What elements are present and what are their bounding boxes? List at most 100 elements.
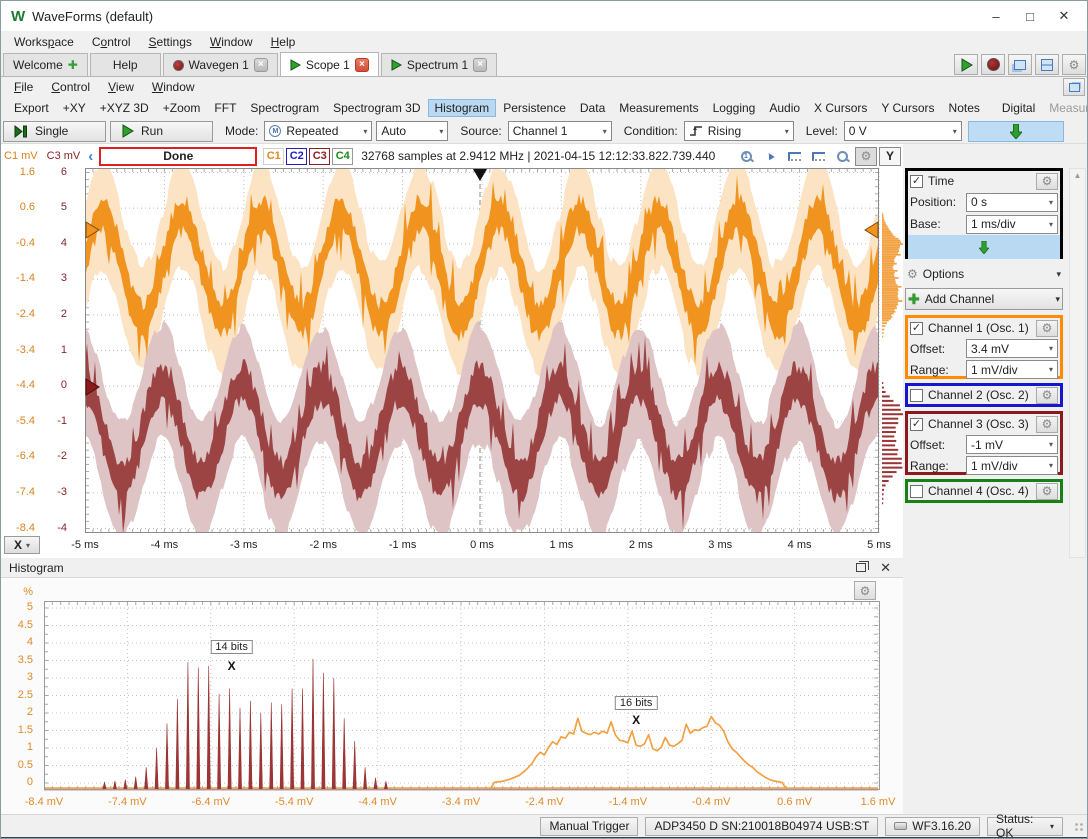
- minimize-button[interactable]: –: [979, 3, 1013, 29]
- maximize-button[interactable]: □: [1013, 3, 1047, 29]
- menu-item-view[interactable]: View: [99, 78, 143, 96]
- tab-spectrum-1[interactable]: Spectrum 1 ×: [381, 53, 497, 76]
- menu-item-window[interactable]: Window: [201, 33, 262, 51]
- menu-item-control[interactable]: Control: [42, 78, 99, 96]
- zoom-1-button[interactable]: 1: [735, 147, 757, 166]
- view-tab-measurements[interactable]: Measurements: [612, 99, 705, 117]
- x-axis-button[interactable]: X▾: [4, 536, 40, 554]
- time-settings-button[interactable]: ⚙: [1036, 173, 1058, 190]
- y-axis-button[interactable]: Y: [879, 147, 901, 166]
- menu-item-control[interactable]: Control: [83, 33, 140, 51]
- close-panel-icon[interactable]: ✕: [880, 560, 891, 576]
- channel1-range-select[interactable]: 1 mV/div▾: [966, 360, 1058, 379]
- close-tab-icon[interactable]: ×: [254, 58, 268, 72]
- channel1-settings-button[interactable]: ⚙: [1036, 320, 1058, 337]
- c1-tick-label: -8.4: [5, 522, 35, 534]
- zoom-fit-button[interactable]: [831, 147, 853, 166]
- base-select[interactable]: 1 ms/div▾: [966, 215, 1058, 234]
- collapse-left-icon[interactable]: ‹: [88, 148, 93, 165]
- channel4-settings-button[interactable]: ⚙: [1036, 483, 1058, 500]
- view-tab--xyz-3d[interactable]: +XYZ 3D: [93, 99, 156, 117]
- scope-plot[interactable]: [85, 168, 903, 533]
- histogram-settings-button[interactable]: ⚙: [854, 581, 876, 600]
- stop-all-button[interactable]: [981, 54, 1005, 75]
- menu-item-file[interactable]: File: [5, 78, 42, 96]
- time-checkbox[interactable]: ✓: [910, 175, 923, 188]
- close-tab-icon[interactable]: ×: [355, 58, 369, 72]
- pointer-mode-button[interactable]: ▲: [759, 147, 781, 166]
- view-tab-audio[interactable]: Audio: [762, 99, 807, 117]
- view-tab-data[interactable]: Data: [573, 99, 612, 117]
- view-tab-fft[interactable]: FFT: [207, 99, 243, 117]
- view-tab-notes[interactable]: Notes: [942, 99, 987, 117]
- channel3-offset-select[interactable]: -1 mV▾: [966, 435, 1058, 454]
- channel3-checkbox[interactable]: ✓: [910, 418, 923, 431]
- disk-icon: [894, 822, 907, 830]
- view-tab-digital[interactable]: Digital: [995, 99, 1042, 117]
- view-tab-logging[interactable]: Logging: [706, 99, 763, 117]
- right-panel-scrollbar[interactable]: ▲: [1069, 168, 1086, 558]
- channel2-badge[interactable]: C2: [286, 148, 307, 165]
- channel4-badge[interactable]: C4: [332, 148, 353, 165]
- level-input[interactable]: 0 V▾: [844, 121, 962, 141]
- single-button[interactable]: Single: [3, 121, 106, 142]
- condition-select[interactable]: Rising▾: [684, 121, 794, 141]
- view-tab--xy[interactable]: +XY: [56, 99, 93, 117]
- channel3-range-select[interactable]: 1 mV/div▾: [966, 456, 1058, 475]
- y-measure-button[interactable]: [807, 147, 829, 166]
- apply-trigger-button[interactable]: [968, 121, 1064, 142]
- device-button[interactable]: ADP3450 D SN:210018B04974 USB:ST: [645, 817, 878, 836]
- add-channel-button[interactable]: ✚ Add Channel ▾: [905, 288, 1063, 310]
- tab-welcome[interactable]: Welcome ✚: [3, 53, 88, 76]
- options-row[interactable]: ⚙ Options ▾: [905, 264, 1063, 284]
- view-tab-histogram[interactable]: Histogram: [428, 99, 497, 117]
- run-button[interactable]: Run: [110, 121, 213, 142]
- channel2-settings-button[interactable]: ⚙: [1036, 387, 1058, 404]
- time-apply-button[interactable]: [908, 235, 1060, 259]
- menu-item-workspace[interactable]: Workspace: [5, 33, 83, 51]
- scroll-up-icon[interactable]: ▲: [1070, 171, 1085, 180]
- chevron-down-icon: ▾: [1049, 440, 1053, 449]
- channel3-badge[interactable]: C3: [309, 148, 330, 165]
- version-button[interactable]: WF3.16.20: [885, 817, 980, 836]
- undock-button[interactable]: [1063, 78, 1085, 96]
- source-select[interactable]: Channel 1▾: [508, 121, 612, 141]
- channel1-checkbox[interactable]: ✓: [910, 322, 923, 335]
- histogram-plot[interactable]: [44, 601, 880, 793]
- view-tab--zoom[interactable]: +Zoom: [156, 99, 208, 117]
- view-tab-x-cursors[interactable]: X Cursors: [807, 99, 874, 117]
- menu-item-window[interactable]: Window: [143, 78, 204, 96]
- status-button[interactable]: Status: OK ▾: [987, 817, 1063, 836]
- view-tab-spectrogram[interactable]: Spectrogram: [243, 99, 326, 117]
- tab-scope-1[interactable]: Scope 1 ×: [280, 52, 379, 76]
- mode-select[interactable]: M Repeated▾: [264, 121, 372, 141]
- resize-grip[interactable]: [1074, 822, 1084, 832]
- cascade-windows-button[interactable]: [1008, 54, 1032, 75]
- x-measure-button[interactable]: [783, 147, 805, 166]
- channel4-checkbox[interactable]: [910, 485, 923, 498]
- tab-help[interactable]: Help: [90, 53, 161, 76]
- channel3-settings-button[interactable]: ⚙: [1036, 416, 1058, 433]
- close-button[interactable]: ✕: [1047, 3, 1081, 29]
- float-panel-icon[interactable]: [856, 563, 866, 572]
- close-tab-icon[interactable]: ×: [473, 58, 487, 72]
- split-windows-button[interactable]: [1035, 54, 1059, 75]
- tab-wavegen-1[interactable]: Wavegen 1 ×: [163, 53, 278, 76]
- main-menubar: WorkspaceControlSettingsWindowHelp: [1, 31, 1088, 53]
- view-tab-persistence[interactable]: Persistence: [496, 99, 573, 117]
- channel1-badge[interactable]: C1: [263, 148, 284, 165]
- channel2-checkbox[interactable]: [910, 389, 923, 402]
- run-all-button[interactable]: [954, 54, 978, 75]
- plot-settings-button[interactable]: ⚙: [855, 147, 877, 166]
- view-tab-export[interactable]: Export: [7, 99, 56, 117]
- view-tab-y-cursors[interactable]: Y Cursors: [874, 99, 941, 117]
- position-select[interactable]: 0 s▾: [966, 193, 1058, 212]
- manual-trigger-button[interactable]: Manual Trigger: [540, 817, 638, 836]
- scope-x-tick-label: -3 ms: [220, 539, 268, 551]
- channel1-offset-select[interactable]: 3.4 mV▾: [966, 339, 1058, 358]
- menu-item-help[interactable]: Help: [262, 33, 305, 51]
- view-tab-spectrogram-3d[interactable]: Spectrogram 3D: [326, 99, 427, 117]
- auto-select[interactable]: Auto▾: [376, 121, 448, 141]
- settings-button[interactable]: ⚙: [1062, 54, 1086, 75]
- menu-item-settings[interactable]: Settings: [140, 33, 201, 51]
